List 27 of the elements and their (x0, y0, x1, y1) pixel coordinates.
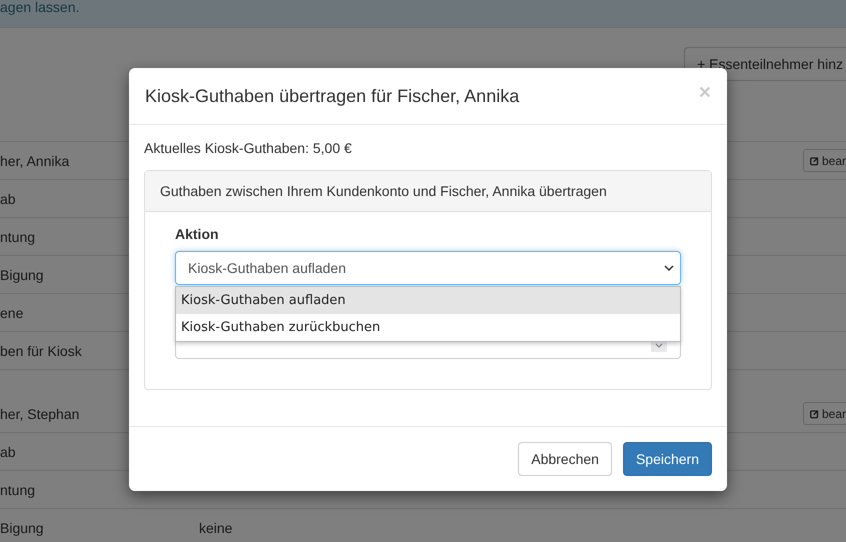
add-participant-button[interactable]: + Essenteilnehmer hinz (684, 47, 846, 81)
cancel-button[interactable]: Abbrechen (518, 442, 612, 476)
panel-heading: Guthaben zwischen Ihrem Kundenkonto und Fischer, Annika übertragen (160, 183, 607, 199)
row-label: her, Annika (0, 152, 70, 168)
row-label: Bigung (0, 266, 44, 282)
edit-button[interactable]: bear (803, 402, 846, 425)
row-label: ben für Kiosk (0, 342, 82, 358)
row-label: ab (0, 190, 16, 206)
banner-text: agen lassen. (0, 0, 80, 14)
save-button[interactable]: Speichern (622, 442, 712, 476)
dropdown-option[interactable]: Kiosk-Guthaben aufladen (176, 287, 680, 314)
row-value: keine (199, 520, 234, 536)
row-label: ene (0, 304, 24, 320)
dropdown-option[interactable]: Kiosk-Guthaben zurückbuchen (176, 314, 680, 341)
modal-title: Kiosk-Guthaben übertragen für Fischer, Annika (145, 86, 520, 106)
row-label: ntung (0, 482, 36, 498)
edit-button[interactable]: bear (803, 149, 846, 172)
row-label: her, Stephan (0, 406, 80, 422)
row-label: ab (0, 444, 16, 460)
balance-text: Aktuelles Kiosk-Guthaben: 5,00 € (144, 140, 353, 156)
row-label: ntung (0, 228, 36, 244)
edit-icon (810, 408, 819, 420)
action-select[interactable]: Kiosk-Guthaben aufladen (175, 251, 681, 285)
row-label: Bigung (0, 520, 44, 536)
edit-icon (810, 154, 819, 166)
chevron-down-icon (664, 264, 674, 272)
field-label: Aktion (175, 226, 220, 242)
